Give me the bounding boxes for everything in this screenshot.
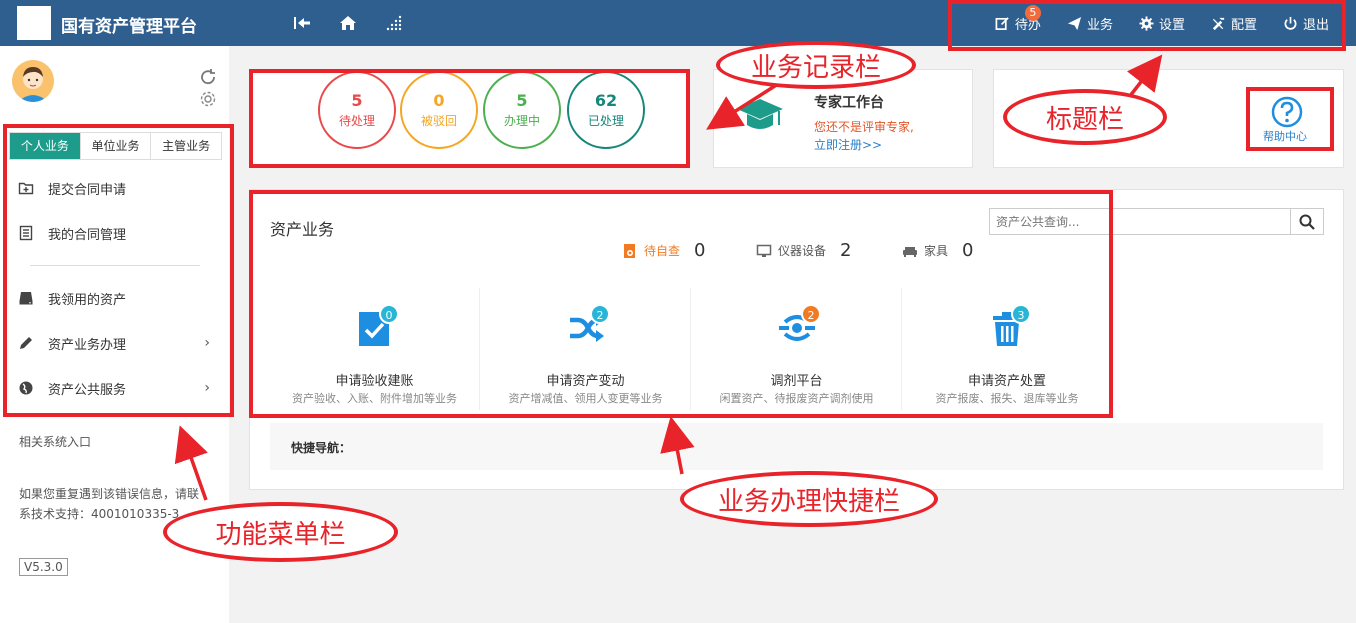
quick-nav-bar: 快捷导航： — [270, 423, 1323, 470]
annotation-box-records — [249, 69, 690, 168]
annotation-label-title-bar: 标题栏 — [1003, 89, 1167, 145]
annotation-box-shortcuts — [249, 190, 1113, 418]
gear-icon[interactable] — [199, 90, 217, 108]
search-button[interactable] — [1290, 208, 1324, 235]
annotation-box-help — [1246, 87, 1334, 151]
support-text-line2: 系技术支持：4001010335-3 — [19, 507, 180, 521]
logo — [17, 6, 51, 40]
annotation-label-shortcuts: 业务办理快捷栏 — [680, 471, 938, 527]
annotation-box-menu — [3, 124, 234, 417]
expert-title: 专家工作台 — [814, 95, 884, 111]
home-icon[interactable] — [339, 14, 357, 32]
graduation-cap-icon — [737, 99, 783, 129]
expert-register-link[interactable]: 立即注册>> — [814, 136, 882, 153]
version-label: V5.3.0 — [19, 558, 68, 576]
quick-nav-label: 快捷导航： — [291, 441, 352, 455]
avatar[interactable] — [12, 60, 54, 102]
search-icon — [1299, 214, 1315, 230]
refresh-icon[interactable] — [199, 68, 217, 86]
expert-note: 您还不是评审专家, — [814, 120, 914, 134]
annotation-box-title-bar — [948, 0, 1346, 51]
support-text-line1: 如果您重复遇到该错误信息，请联 — [19, 487, 200, 501]
signal-icon[interactable] — [386, 14, 404, 32]
app-title: 国有资产管理平台 — [61, 17, 197, 37]
annotation-label-menu: 功能菜单栏 — [163, 502, 398, 562]
related-systems-label[interactable]: 相关系统入口 — [19, 432, 91, 452]
annotation-label-records: 业务记录栏 — [716, 41, 916, 89]
collapse-sidebar-icon[interactable] — [293, 14, 311, 32]
